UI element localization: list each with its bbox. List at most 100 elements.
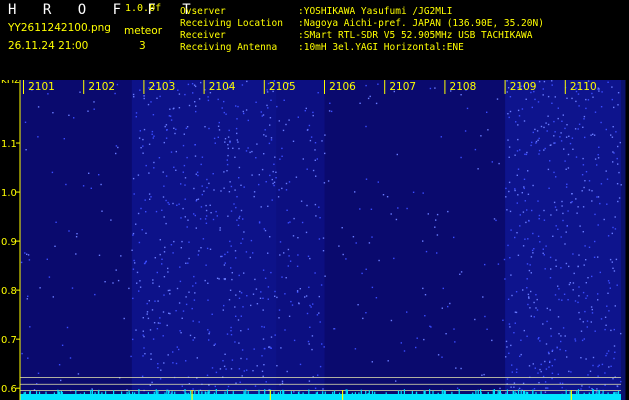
baseline-spike <box>371 391 374 394</box>
noise-dot <box>551 365 553 367</box>
noise-dot <box>218 121 220 124</box>
baseline-spike <box>487 392 489 394</box>
noise-dot <box>215 371 218 374</box>
noise-dot <box>434 226 436 228</box>
noise-dot <box>580 388 582 390</box>
info-value: :YOSHIKAWA Yasufumi /JG2MLI <box>298 6 453 17</box>
noise-dot <box>229 289 232 291</box>
noise-dot <box>288 119 290 121</box>
noise-dot <box>235 257 237 259</box>
noise-dot <box>543 80 546 83</box>
baseline-spike <box>243 390 245 394</box>
noise-dot <box>318 206 320 208</box>
noise-dot <box>594 213 596 216</box>
baseline-spike <box>595 392 597 394</box>
noise-dot <box>165 124 168 126</box>
noise-dot <box>305 107 307 110</box>
noise-dot <box>185 360 187 362</box>
baseline-spike <box>155 389 157 394</box>
noise-dot <box>547 115 549 117</box>
noise-dot <box>254 278 256 281</box>
noise-dot <box>268 346 270 348</box>
noise-dot <box>138 241 141 244</box>
noise-dot <box>137 174 140 176</box>
noise-dot <box>486 328 488 330</box>
noise-dot <box>314 149 316 151</box>
noise-dot <box>267 252 269 254</box>
baseline-spike <box>90 389 92 394</box>
noise-dot <box>612 378 614 380</box>
noise-dot <box>447 305 449 308</box>
noise-dot <box>585 259 587 261</box>
noise-dot <box>580 330 583 332</box>
noise-dot <box>607 280 610 282</box>
noise-dot <box>551 102 553 104</box>
noise-dot <box>255 157 257 159</box>
noise-dot <box>422 240 424 242</box>
noise-dot <box>110 219 112 221</box>
noise-dot <box>172 108 175 110</box>
noise-dot <box>117 146 119 149</box>
noise-dot <box>519 149 521 151</box>
noise-dot <box>305 295 308 297</box>
baseline-spike <box>365 391 367 394</box>
noise-dot <box>422 287 424 290</box>
noise-dot <box>100 183 102 186</box>
noise-dot <box>545 245 547 247</box>
noise-dot <box>565 231 567 233</box>
noise-dot <box>252 252 254 254</box>
noise-dot <box>161 209 163 211</box>
noise-dot <box>454 341 456 343</box>
noise-dot <box>598 364 600 366</box>
noise-dot <box>162 196 165 198</box>
noise-dot <box>98 174 100 176</box>
noise-dot <box>441 356 443 358</box>
baseline-spike <box>367 393 369 394</box>
noise-dot <box>528 297 530 299</box>
noise-dot <box>531 209 533 212</box>
noise-dot <box>375 102 378 105</box>
info-observer: Ovserver:YOSHIKAWA Yasufumi /JG2MLI <box>180 6 452 17</box>
noise-dot <box>549 256 552 259</box>
noise-dot <box>564 335 566 337</box>
noise-dot <box>568 370 570 373</box>
noise-dot <box>538 214 541 217</box>
noise-dot <box>239 215 241 218</box>
baseline-spike <box>517 389 520 394</box>
noise-dot <box>491 339 493 342</box>
noise-dot <box>246 295 248 297</box>
noise-dot <box>610 134 612 136</box>
noise-dot <box>265 181 267 183</box>
noise-dot <box>582 206 585 208</box>
noise-dot <box>258 174 260 176</box>
noise-dot <box>548 187 550 189</box>
noise-dot <box>267 298 269 300</box>
noise-dot <box>153 135 155 137</box>
noise-dot <box>260 111 262 113</box>
noise-dot <box>195 227 197 229</box>
noise-dot <box>93 101 95 103</box>
noise-dot <box>484 263 486 266</box>
noise-dot <box>535 294 537 296</box>
noise-dot <box>434 87 436 89</box>
noise-dot <box>288 255 290 257</box>
baseline-spike <box>147 392 149 394</box>
noise-dot <box>330 110 333 113</box>
noise-dot <box>205 204 207 207</box>
noise-dot <box>406 207 408 210</box>
noise-dot <box>163 216 165 218</box>
noise-dot <box>234 250 237 252</box>
noise-dot <box>544 268 546 270</box>
noise-dot <box>148 172 150 174</box>
noise-dot <box>241 349 244 351</box>
baseline-spike <box>540 391 542 394</box>
noise-dot <box>509 96 512 98</box>
noise-dot <box>308 286 310 288</box>
noise-dot <box>605 170 607 172</box>
noise-dot <box>186 126 189 128</box>
noise-dot <box>314 142 317 144</box>
noise-dot <box>285 123 287 126</box>
noise-dot <box>79 91 81 93</box>
noise-dot <box>238 368 241 370</box>
noise-dot <box>277 196 280 198</box>
